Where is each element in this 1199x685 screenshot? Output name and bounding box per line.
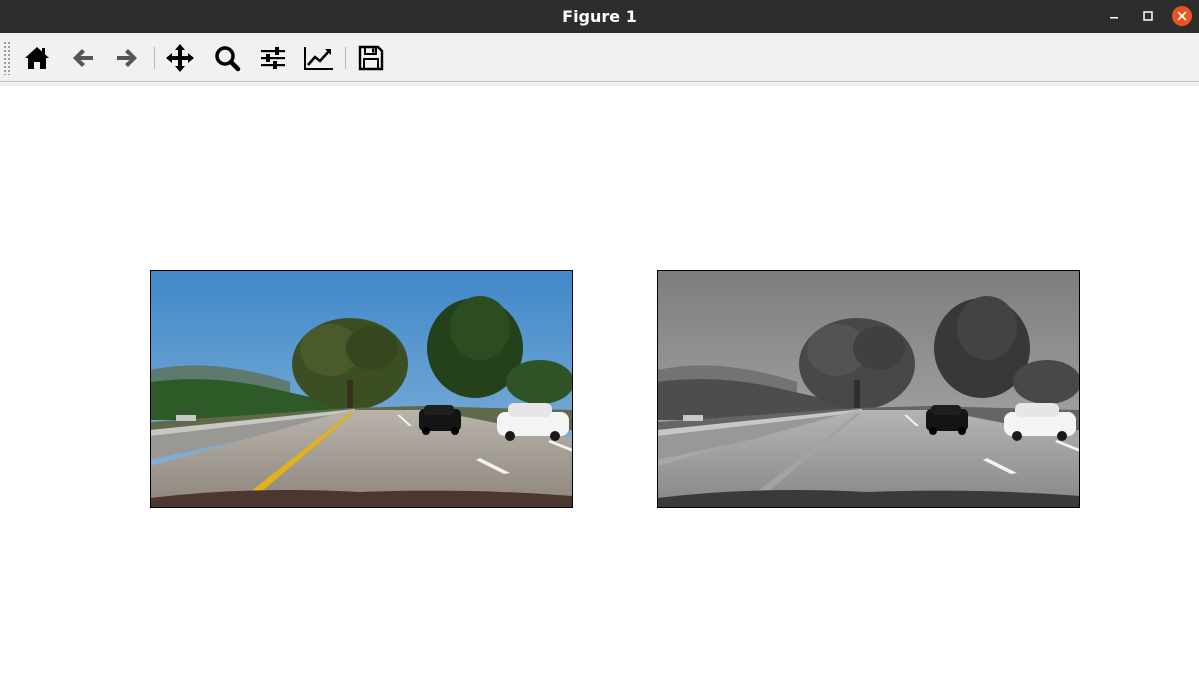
pan-button[interactable] (163, 41, 197, 75)
close-button[interactable] (1172, 6, 1192, 26)
zoom-button[interactable] (210, 41, 244, 75)
axes-color-image[interactable] (150, 270, 573, 508)
magnifier-icon (215, 46, 241, 72)
toolbar-separator (154, 47, 155, 69)
floppy-disk-icon (358, 45, 384, 71)
window-titlebar: Figure 1 (0, 0, 1199, 33)
figure-canvas[interactable] (0, 86, 1199, 685)
move-arrows-icon (166, 44, 194, 72)
toolbar-grip-handle[interactable] (3, 41, 11, 75)
home-button[interactable] (20, 41, 54, 75)
arrow-right-icon (117, 49, 137, 67)
toolbar-separator (345, 47, 346, 69)
save-button[interactable] (354, 41, 388, 75)
arrow-left-icon (73, 49, 93, 67)
configure-subplots-button[interactable] (256, 41, 290, 75)
close-icon (1177, 11, 1187, 21)
edit-axes-button[interactable] (302, 41, 336, 75)
minimize-icon (1110, 17, 1118, 19)
back-button[interactable] (66, 41, 100, 75)
forward-button[interactable] (110, 41, 144, 75)
axes-grayscale-image[interactable] (657, 270, 1080, 508)
window-title: Figure 1 (562, 7, 637, 26)
sliders-icon (261, 47, 285, 69)
minimize-button[interactable] (1104, 6, 1124, 26)
road-scene-grayscale-photo (657, 270, 1080, 508)
navigation-toolbar (0, 33, 1199, 82)
line-chart-icon (304, 47, 333, 70)
maximize-button[interactable] (1138, 6, 1158, 26)
home-icon (25, 47, 49, 69)
maximize-icon (1143, 11, 1153, 21)
road-scene-color-photo (150, 270, 573, 508)
